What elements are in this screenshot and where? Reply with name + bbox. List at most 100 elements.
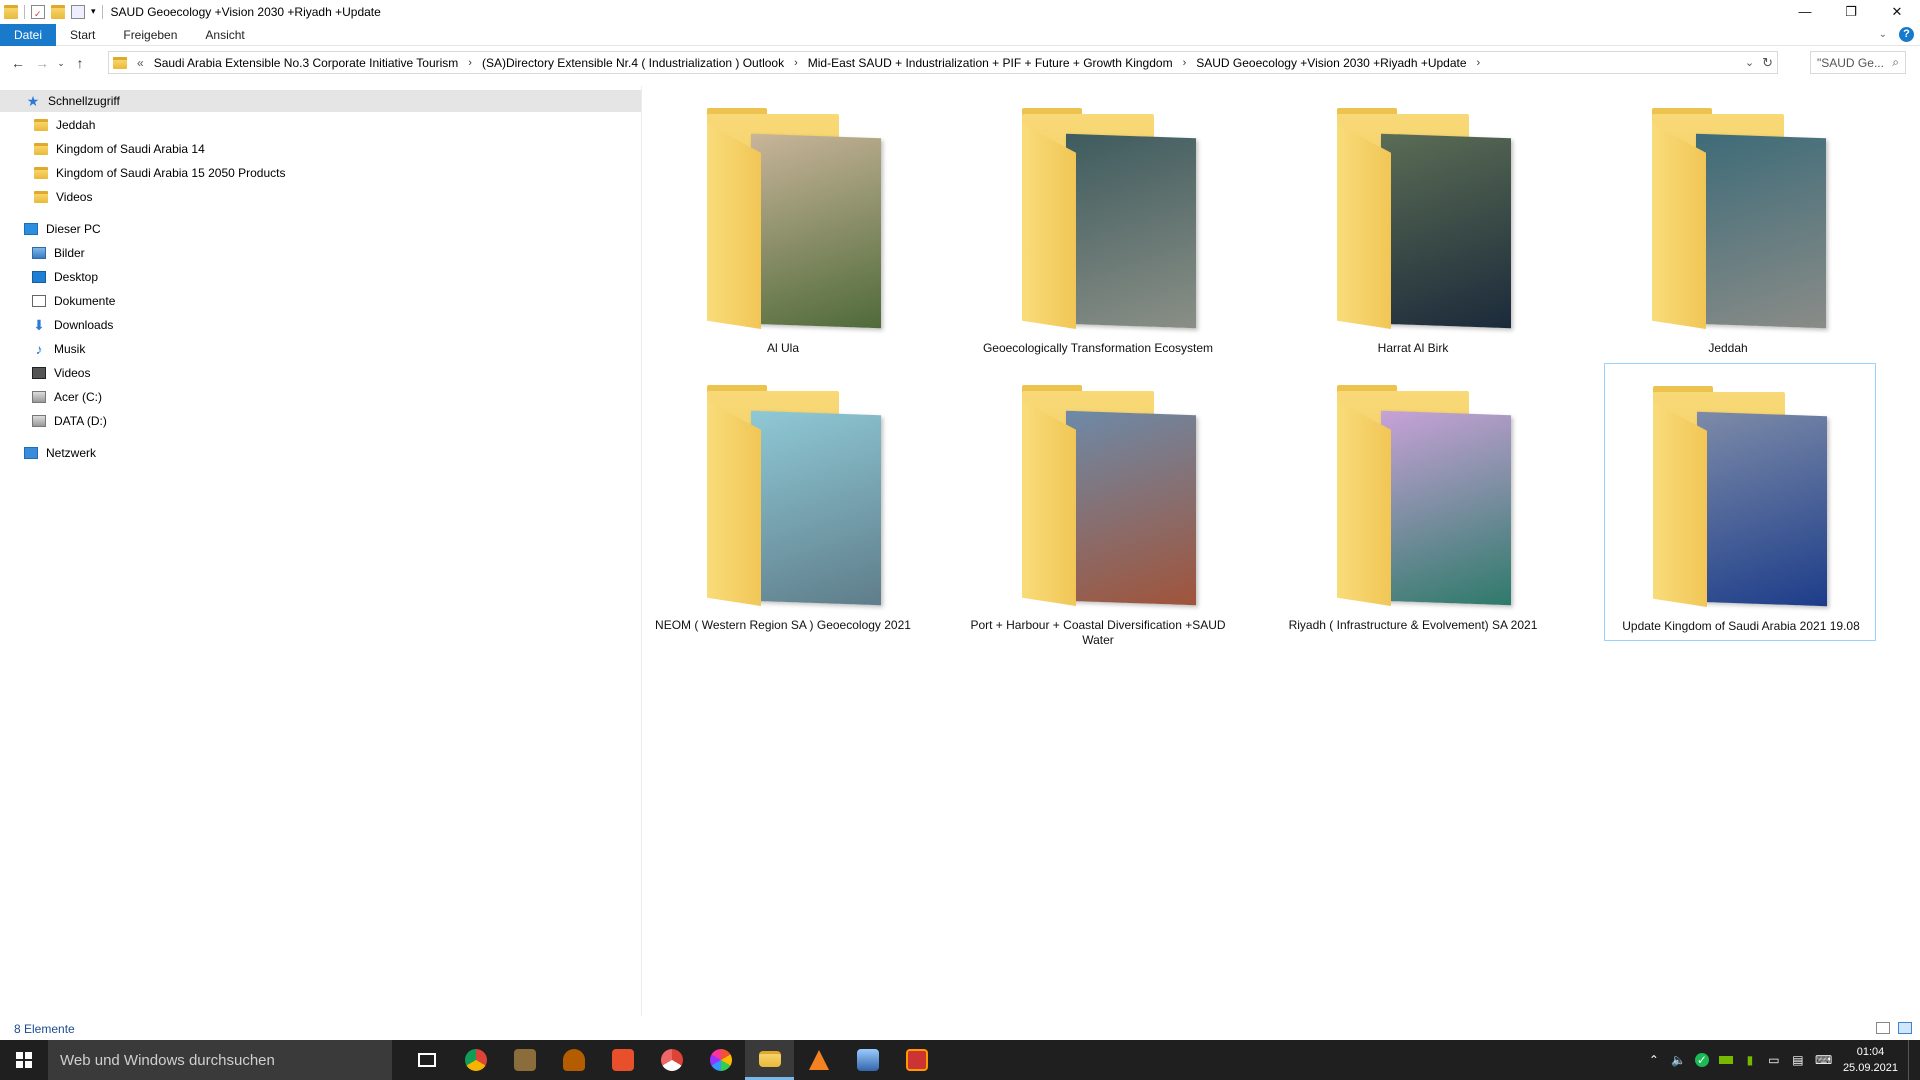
title-bar: ✓ ▾ SAUD Geoecology +Vision 2030 +Riyadh… (0, 0, 1920, 23)
forward-button[interactable]: → (30, 51, 54, 75)
nav-item-jeddah[interactable]: Jeddah (34, 114, 95, 136)
taskbar-app-archive[interactable] (892, 1040, 941, 1080)
taskbar-app-photos[interactable] (500, 1040, 549, 1080)
back-button[interactable]: ← (6, 51, 30, 75)
breadcrumb-separator[interactable]: › (464, 57, 476, 69)
breadcrumb-item[interactable]: SAUD Geoecology +Vision 2030 +Riyadh +Up… (1190, 56, 1472, 70)
separator (101, 4, 103, 19)
folder-thumbnail-icon (1652, 108, 1832, 332)
taskbar-app-chrome-2[interactable] (647, 1040, 696, 1080)
show-desktop-button[interactable] (1908, 1040, 1912, 1080)
folder-tile[interactable]: Al Ula (647, 86, 919, 364)
tab-datei[interactable]: Datei (0, 23, 57, 46)
folder-tile[interactable]: NEOM ( Western Region SA ) Geoecology 20… (647, 363, 919, 641)
nav-item-drive-d[interactable]: DATA (D:) (32, 410, 107, 432)
archive-icon (905, 1049, 928, 1071)
file-explorer-icon (758, 1050, 781, 1067)
taskbar-app-chrome[interactable] (451, 1040, 500, 1080)
task-view-button[interactable] (402, 1040, 451, 1080)
folder-icon (4, 4, 18, 19)
folder-tile[interactable]: Port + Harbour + Coastal Diversification… (962, 363, 1234, 647)
breadcrumb-item[interactable]: Saudi Arabia Extensible No.3 Corporate I… (148, 56, 465, 70)
up-button[interactable]: ↑ (68, 51, 92, 75)
folder-tile[interactable]: Update Kingdom of Saudi Arabia 2021 19.0… (1604, 363, 1876, 641)
notifications-icon[interactable]: ▤ (1791, 1053, 1805, 1067)
vlc-icon (808, 1050, 829, 1070)
folder-tile[interactable]: Geoecologically Transformation Ecosystem (962, 86, 1234, 364)
network-status-icon[interactable]: ▭ (1767, 1053, 1781, 1067)
nav-item-videos-quick[interactable]: Videos (34, 186, 92, 208)
nav-item-downloads[interactable]: ⬇ Downloads (32, 314, 113, 336)
folder-thumbnail-icon (1337, 385, 1517, 609)
network-icon (24, 447, 38, 459)
nav-item-ksa-14[interactable]: Kingdom of Saudi Arabia 14 (34, 138, 205, 160)
tab-start[interactable]: Start (56, 24, 109, 46)
nav-this-pc[interactable]: Dieser PC (24, 218, 101, 240)
search-input[interactable]: "SAUD Ge... ⌕ (1810, 51, 1906, 74)
tab-freigeben[interactable]: Freigeben (109, 24, 191, 46)
start-button[interactable] (0, 1040, 48, 1080)
maximize-button[interactable]: ❐ (1828, 0, 1874, 23)
close-button[interactable]: ✕ (1874, 0, 1920, 23)
nav-item-ksa-15[interactable]: Kingdom of Saudi Arabia 15 2050 Products (34, 162, 286, 184)
customize-qat-chevron-icon[interactable]: ▾ (91, 6, 96, 17)
update-icon[interactable]: ▮ (1743, 1053, 1757, 1067)
keyboard-icon[interactable]: ⌨ (1815, 1053, 1832, 1067)
nav-item-musik[interactable]: ♪ Musik (32, 338, 86, 360)
security-icon[interactable]: ✓ (1694, 1053, 1709, 1067)
nav-item-desktop[interactable]: Desktop (32, 266, 98, 288)
breadcrumb-separator[interactable]: › (790, 57, 802, 69)
help-button[interactable]: ? (1899, 27, 1914, 42)
system-tray: ⌃ 🔈 ✓ ▮ ▭ ▤ ⌨ 01:04 25.09.2021 (1647, 1040, 1920, 1080)
expand-ribbon-chevron-icon[interactable]: ⌄ (1879, 29, 1887, 40)
nav-item-bilder[interactable]: Bilder (32, 242, 85, 264)
rename-icon[interactable] (71, 4, 85, 19)
breadcrumb-item[interactable]: Mid-East SAUD + Industrialization + PIF … (802, 56, 1179, 70)
folder-tile[interactable]: Jeddah (1592, 86, 1864, 364)
tab-ansicht[interactable]: Ansicht (191, 24, 258, 46)
star-icon: ★ (26, 92, 40, 109)
nav-network[interactable]: Netzwerk (24, 442, 96, 464)
breadcrumb-item[interactable]: (SA)Directory Extensible Nr.4 ( Industri… (476, 56, 790, 70)
folder-preview-image (751, 133, 881, 329)
new-folder-icon[interactable] (51, 4, 65, 19)
minimize-button[interactable]: — (1782, 0, 1828, 23)
volume-icon[interactable]: 🔈 (1671, 1053, 1686, 1067)
show-hidden-icons-chevron-icon[interactable]: ⌃ (1647, 1053, 1661, 1067)
search-icon[interactable]: ⌕ (1892, 55, 1899, 70)
address-bar[interactable]: « Saudi Arabia Extensible No.3 Corporate… (108, 51, 1778, 74)
breadcrumb-separator[interactable]: › (1179, 57, 1191, 69)
folder-tile[interactable]: Harrat Al Birk (1277, 86, 1549, 364)
separator (24, 4, 25, 19)
refresh-icon[interactable]: ↻ (1762, 55, 1773, 71)
clock[interactable]: 01:04 25.09.2021 (1843, 1044, 1898, 1076)
folder-name: Update Kingdom of Saudi Arabia 2021 19.0… (1622, 619, 1860, 633)
folder-icon (34, 143, 48, 155)
documents-icon (32, 295, 46, 307)
breadcrumb-overflow[interactable]: « (133, 56, 148, 70)
taskbar-app-picasa[interactable] (696, 1040, 745, 1080)
folder-thumbnail-icon (1653, 386, 1833, 610)
ribbon-tabs: Datei Start Freigeben Ansicht ⌄ ? (0, 23, 1920, 46)
taskbar-app-explorer[interactable] (745, 1040, 794, 1080)
folder-tile[interactable]: Riyadh ( Infrastructure & Evolvement) SA… (1277, 363, 1549, 641)
taskbar-app-vlc[interactable] (794, 1040, 843, 1080)
properties-icon[interactable]: ✓ (31, 4, 45, 19)
taskbar-app-office[interactable] (598, 1040, 647, 1080)
large-icons-view-icon[interactable] (1898, 1022, 1912, 1034)
recent-locations-chevron-icon[interactable]: ⌄ (54, 51, 68, 75)
nav-label: Netzwerk (46, 446, 97, 460)
nav-item-drive-c[interactable]: Acer (C:) (32, 386, 102, 408)
nav-quick-access[interactable]: ★ Schnellzugriff (0, 90, 641, 112)
nav-label: Bilder (54, 246, 85, 260)
nav-item-dokumente[interactable]: Dokumente (32, 290, 115, 312)
chrome-icon (464, 1049, 487, 1071)
taskbar-app-viewer[interactable] (843, 1040, 892, 1080)
address-history-chevron-icon[interactable]: ⌄ (1745, 56, 1754, 69)
breadcrumb-separator[interactable]: › (1473, 57, 1485, 69)
nav-item-videos[interactable]: Videos (32, 362, 90, 384)
details-view-icon[interactable] (1876, 1022, 1890, 1034)
taskbar-app-stronghold[interactable] (549, 1040, 598, 1080)
taskbar-search-input[interactable]: Web und Windows durchsuchen (48, 1040, 392, 1080)
nvidia-icon[interactable] (1718, 1056, 1733, 1064)
